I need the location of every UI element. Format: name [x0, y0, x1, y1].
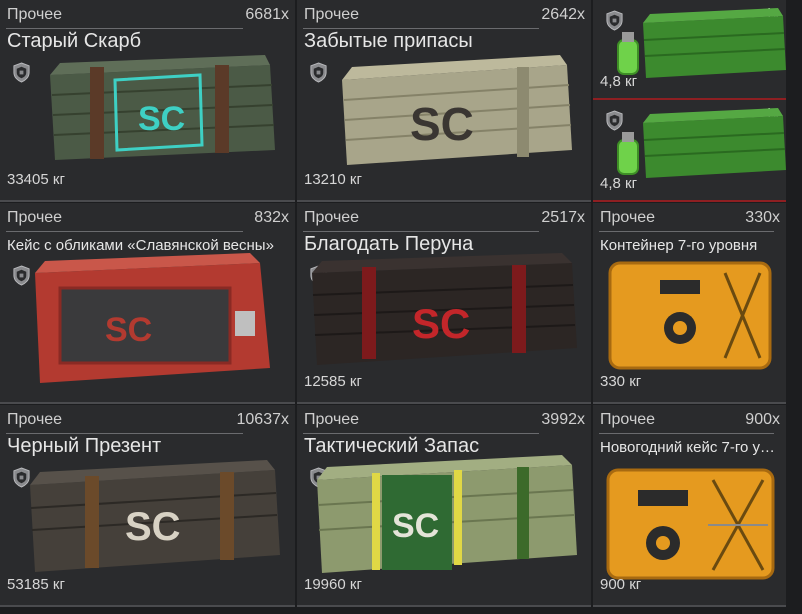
crate-icon: SC: [312, 253, 577, 365]
item-category: Прочее: [7, 411, 63, 428]
item-count: 330x: [745, 209, 780, 226]
item-category: Прочее: [600, 411, 656, 428]
item-count: 6681x: [245, 6, 289, 23]
item-cell-level-7-container[interactable]: Прочее 330x Контейнер 7-го уровня 330 кг: [593, 203, 786, 404]
crate-icon: SC: [50, 55, 275, 160]
crate-icon: [608, 261, 772, 370]
item-weight: 330 кг: [600, 373, 642, 390]
crate-logo: SC: [105, 311, 152, 349]
shield-icon: [309, 62, 328, 83]
crate-logo: SC: [412, 300, 470, 347]
shield-icon: [12, 62, 31, 83]
item-category: Прочее: [304, 6, 360, 23]
shield-icon: [12, 265, 31, 286]
item-cell-cherny-prezent[interactable]: Прочее 10637x Черный Презент SC 53185 кг: [0, 405, 295, 607]
item-count: 10637x: [236, 411, 290, 428]
crate-icon: [606, 468, 775, 580]
crate-logo: SC: [138, 100, 185, 138]
item-cell-blagodat-peruna[interactable]: Прочее 2517x Благодать Перуна SC 12585 к…: [297, 203, 591, 404]
divider: [303, 433, 539, 434]
grenade-icon: [617, 32, 639, 75]
item-cell-zabytye-pripasy[interactable]: Прочее 2642x Забытые припасы SC 13210 кг: [297, 0, 591, 202]
item-count: 2517x: [541, 209, 585, 226]
item-count: 2642x: [541, 6, 585, 23]
crate-logo: SC: [392, 507, 439, 545]
divider: [599, 231, 774, 232]
item-category: Прочее: [304, 209, 360, 226]
item-category: Прочее: [7, 209, 63, 226]
crate-logo: SC: [410, 98, 474, 150]
item-name: Контейнер 7-го уровня: [600, 237, 758, 254]
item-weight: 4,8 кг: [600, 73, 638, 90]
crate-icon: SC: [342, 55, 572, 165]
divider: [6, 28, 243, 29]
item-weight: 53185 кг: [7, 576, 65, 593]
item-weight: 33405 кг: [7, 171, 65, 188]
item-cell-takticheskiy-zapas[interactable]: Прочее 3992x Тактический Запас SC 19960 …: [297, 405, 591, 607]
divider: [6, 231, 243, 232]
shield-icon: [605, 110, 624, 131]
crate-icon: SC: [30, 460, 280, 572]
item-weight: 13210 кг: [304, 171, 362, 188]
item-cell-stary-skarb[interactable]: Прочее 6681x Старый Скарб SC 33405 кг: [0, 0, 295, 202]
grenade-icon: [617, 132, 639, 175]
item-category: Прочее: [7, 6, 63, 23]
crate-icon: SC: [35, 253, 270, 383]
item-count: 3992x: [541, 411, 585, 428]
item-count: 832x: [254, 209, 289, 226]
item-cell-grenade-crate-1[interactable]: 4x 4,8 кг: [593, 0, 786, 100]
item-name: Новогодний кейс 7-го уровня: [600, 439, 783, 456]
item-cell-slavic-spring-case[interactable]: Прочее 832x Кейс с обликами «Славянской …: [0, 203, 295, 404]
item-weight: 4,8 кг: [600, 175, 638, 192]
crate-icon: SC: [317, 455, 577, 573]
item-name: Черный Презент: [7, 435, 162, 457]
item-name: Забытые припасы: [304, 30, 473, 52]
item-cell-grenade-crate-2[interactable]: 4x 4,8 кг: [593, 100, 786, 202]
item-weight: 19960 кг: [304, 576, 362, 593]
item-name: Кейс с обликами «Славянской весны»: [7, 237, 274, 254]
crate-icon: [643, 8, 786, 78]
item-weight: 12585 кг: [304, 373, 362, 390]
crate-logo: SC: [125, 505, 181, 549]
divider: [599, 433, 774, 434]
item-weight: 900 кг: [600, 576, 642, 593]
divider: [303, 28, 539, 29]
item-category: Прочее: [304, 411, 360, 428]
crate-icon: [643, 108, 786, 178]
item-category: Прочее: [600, 209, 656, 226]
item-count: 900x: [745, 411, 780, 428]
item-name: Старый Скарб: [7, 30, 142, 52]
divider: [303, 231, 539, 232]
divider: [6, 433, 243, 434]
item-cell-new-year-case[interactable]: Прочее 900x Новогодний кейс 7-го уровня …: [593, 405, 786, 607]
shield-icon: [605, 10, 624, 31]
